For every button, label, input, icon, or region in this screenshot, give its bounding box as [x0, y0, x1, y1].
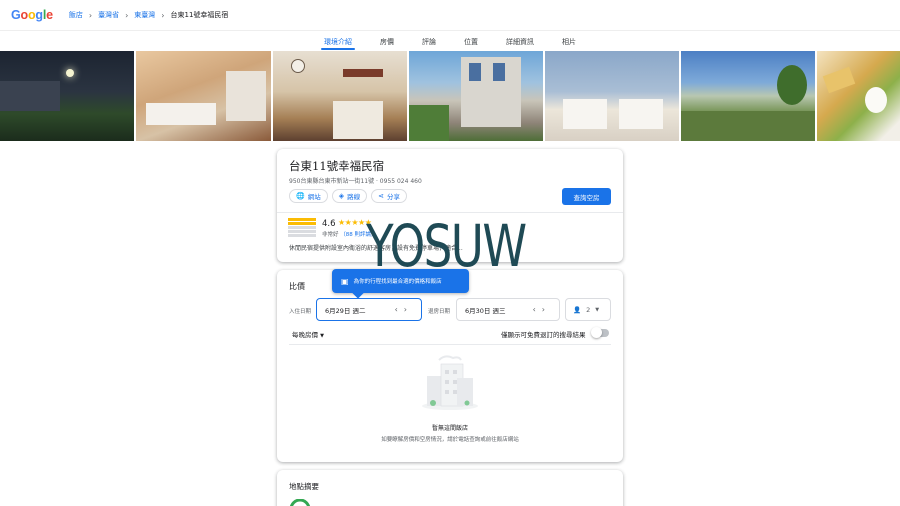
rating-bar — [288, 234, 316, 237]
rating-bar — [288, 218, 316, 221]
watermark: YOSUW — [366, 212, 527, 280]
checkin-label: 入住日期 — [289, 309, 312, 315]
price-comparison-card: 比價 ▣ 為你的行程找到最合適的價格和飯店 入住日期 6月29日 週二 ‹› 退… — [277, 269, 623, 462]
action-chips: 🌐 網站 ◈ 路線 ⋖ 分享 — [289, 189, 411, 203]
hotel-address: 950台東縣台東市新站一街11號 · 0955 024 460 — [289, 178, 422, 185]
checkout-date-value: 6月30日 週三 — [465, 306, 506, 315]
breadcrumb-region[interactable]: 東臺灣 — [134, 10, 155, 20]
empty-state-subtitle: 如要瞭解房價和空房情況，請於電話查詢或前往飯店網站 — [381, 437, 519, 443]
hotel-name: 台東11號幸福民宿 — [289, 159, 385, 173]
photo-bedroom[interactable] — [136, 51, 271, 141]
photo-strip — [0, 51, 900, 141]
share-label: 分享 — [386, 193, 400, 201]
person-icon: 👤 — [573, 305, 582, 314]
tab-details[interactable]: 詳細資訊 — [506, 32, 534, 50]
share-button[interactable]: ⋖ 分享 — [371, 189, 407, 203]
tab-location[interactable]: 位置 — [464, 32, 478, 50]
caret-down-icon: ▼ — [320, 333, 324, 339]
website-button[interactable]: 🌐 網站 — [289, 189, 328, 203]
breadcrumb-hotels[interactable]: 飯店 — [69, 10, 83, 20]
globe-icon: 🌐 — [296, 192, 305, 200]
divider — [289, 344, 611, 345]
tab-reviews[interactable]: 評論 — [422, 32, 436, 50]
photo-street[interactable] — [681, 51, 815, 141]
rating-value: 4.6 — [322, 219, 336, 229]
tab-photos[interactable]: 相片 — [562, 32, 576, 50]
checkin-date-field[interactable]: 6月29日 週二 ‹› — [316, 298, 422, 321]
breadcrumb-current: 台東11號幸福民宿 — [170, 11, 229, 19]
website-label: 網站 — [307, 193, 321, 201]
chevron-right-icon: › — [125, 10, 129, 20]
check-availability-button[interactable]: 查詢空房 — [562, 188, 611, 205]
rating-bar — [288, 226, 316, 229]
tab-prices[interactable]: 房價 — [380, 32, 394, 50]
logo-letter: o — [20, 8, 29, 22]
chevron-down-icon: ▼ — [595, 306, 600, 313]
share-icon: ⋖ — [378, 192, 384, 200]
photo-lobby[interactable] — [273, 51, 407, 141]
chevron-right-icon: › — [88, 10, 93, 20]
photo-exterior-night[interactable] — [0, 51, 134, 141]
free-cancel-toggle[interactable] — [591, 327, 609, 338]
empty-hotel-illustration-icon — [422, 355, 478, 410]
photo-building[interactable] — [409, 51, 543, 141]
guests-count: 2 — [586, 305, 591, 314]
rating-bar — [288, 230, 316, 233]
checkin-date-value: 6月29日 週二 — [325, 306, 366, 315]
date-arrows-icon[interactable]: ‹› — [395, 305, 413, 314]
directions-label: 路線 — [347, 193, 361, 201]
checkout-label: 退房日期 — [428, 309, 451, 315]
directions-icon: ◈ — [338, 192, 345, 200]
directions-button[interactable]: ◈ 路線 — [331, 189, 368, 203]
photo-breakfast[interactable] — [817, 51, 900, 141]
checkout-date-field[interactable]: 6月30日 週三 ‹› — [456, 298, 560, 321]
location-summary-card: 地點摘要 — [277, 470, 623, 506]
date-arrows-icon[interactable]: ‹› — [533, 305, 551, 314]
logo-letter: e — [46, 8, 53, 22]
google-logo[interactable]: Google — [11, 8, 53, 22]
logo-letter: G — [11, 8, 21, 22]
empty-state-title: 暫無這間飯店 — [431, 425, 468, 432]
location-summary-title: 地點摘要 — [289, 482, 319, 491]
rating-bar — [288, 222, 316, 225]
chevron-right-icon: › — [161, 10, 165, 20]
score-ring-icon — [289, 499, 311, 506]
tab-overview[interactable]: 環境介紹 — [321, 32, 355, 50]
tab-bar: 環境介紹 房價 評論 位置 詳細資訊 相片 — [0, 32, 900, 50]
free-cancel-label: 僅顯示可免費退訂的搜尋結果 — [501, 331, 586, 339]
calendar-icon: ▣ — [341, 276, 349, 286]
guests-selector[interactable]: 👤 2 ▼ — [565, 298, 611, 321]
rating-histogram[interactable] — [288, 218, 316, 238]
logo-letter: o — [27, 8, 36, 22]
logo-letter: g — [35, 8, 43, 22]
nightly-price-dropdown[interactable]: 每晚房價 ▼ — [292, 329, 324, 339]
price-section-title: 比價 — [289, 282, 305, 291]
top-bar: Google 飯店 › 臺灣省 › 東臺灣 › 台東11號幸福民宿 — [0, 0, 900, 31]
rating-word: 非常好 — [322, 232, 339, 238]
breadcrumb: 飯店 › 臺灣省 › 東臺灣 › 台東11號幸福民宿 — [69, 10, 229, 20]
nightly-price-label: 每晚房價 — [292, 331, 318, 339]
breadcrumb-province[interactable]: 臺灣省 — [98, 10, 119, 20]
photo-twin-room[interactable] — [545, 51, 679, 141]
